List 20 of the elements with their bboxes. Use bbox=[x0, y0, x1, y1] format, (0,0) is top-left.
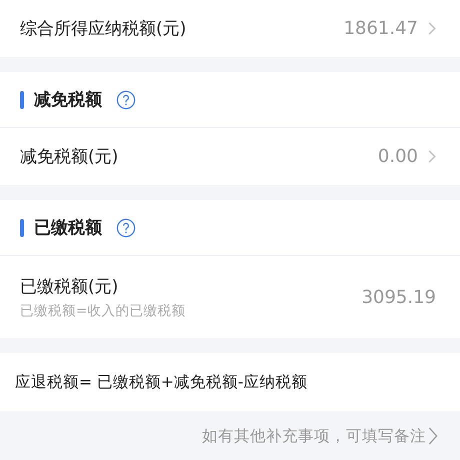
section-title: 减免税额 bbox=[34, 89, 102, 111]
row-label: 减免税额(元) bbox=[20, 146, 120, 168]
row-hint: 已缴税额=收入的已缴税额 bbox=[20, 302, 186, 320]
section-title: 已缴税额 bbox=[34, 217, 102, 239]
formula-text: 应退税额= 已缴税额+减免税额-应纳税额 bbox=[15, 372, 308, 392]
help-icon[interactable] bbox=[116, 90, 136, 110]
list-row[interactable]: 减免税额(元) 0.00 bbox=[0, 128, 460, 185]
chevron-right-icon bbox=[428, 427, 438, 445]
row-label: 综合所得应纳税额(元) bbox=[20, 18, 188, 40]
section-marker bbox=[20, 90, 24, 108]
list-row[interactable]: 已缴税额(元) 已缴税额=收入的已缴税额 3095.19 bbox=[0, 256, 460, 338]
row-value: 0.00 bbox=[378, 146, 418, 167]
chevron-right-icon bbox=[428, 22, 436, 35]
row-value: 1861.47 bbox=[344, 18, 418, 39]
row-value: 3095.19 bbox=[362, 286, 436, 308]
chevron-right-icon bbox=[428, 150, 436, 163]
list-row[interactable]: 综合所得应纳税额(元) 1861.47 bbox=[0, 0, 460, 57]
help-icon[interactable] bbox=[116, 218, 136, 238]
section-marker bbox=[20, 218, 24, 236]
row-label: 已缴税额(元) bbox=[20, 276, 120, 298]
